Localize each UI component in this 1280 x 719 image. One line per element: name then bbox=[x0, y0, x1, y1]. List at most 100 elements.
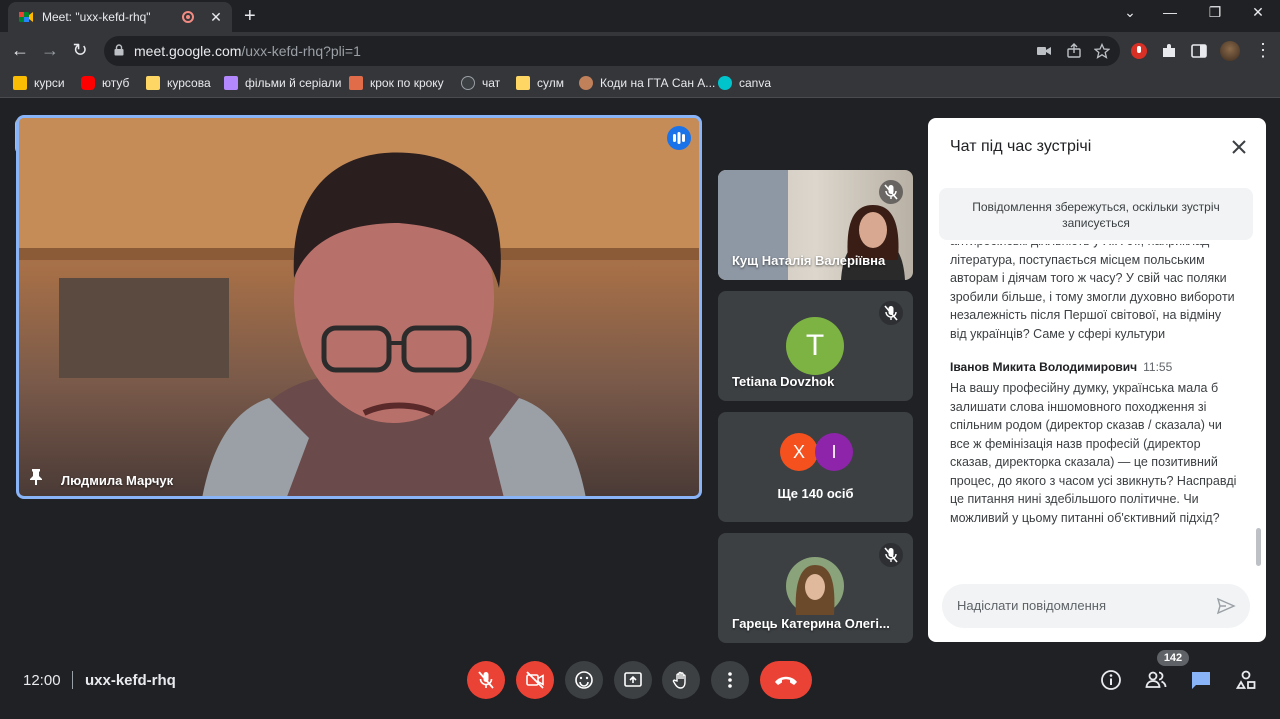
bookmark-item[interactable]: фільми й серіали bbox=[224, 76, 342, 90]
bookmark-label: ютуб bbox=[102, 76, 130, 90]
youtube-icon bbox=[81, 76, 95, 90]
participant-video bbox=[841, 205, 905, 280]
profile-avatar[interactable] bbox=[1220, 41, 1240, 61]
participant-tile[interactable]: Гарець Катерина Олегі... bbox=[718, 533, 913, 643]
minimize-icon[interactable]: — bbox=[1160, 4, 1180, 20]
bookmark-item[interactable]: чат bbox=[461, 76, 500, 90]
present-screen-button[interactable] bbox=[614, 661, 652, 699]
pin-icon[interactable] bbox=[29, 468, 43, 486]
avatar: T bbox=[786, 317, 844, 375]
more-participants-tile[interactable]: Х І Ще 140 осіб bbox=[718, 412, 913, 522]
browser-toolbar: ← → ↻ meet.google.com/uxx-kefd-rhq?pli=1… bbox=[0, 32, 1280, 70]
bookmark-item[interactable]: Коди на ГТА Сан А... bbox=[579, 76, 715, 90]
meeting-code: uxx-kefd-rhq bbox=[85, 672, 176, 689]
participant-tile[interactable]: T Tetiana Dovzhok bbox=[718, 291, 913, 401]
share-icon[interactable] bbox=[1066, 43, 1082, 59]
activities-icon[interactable] bbox=[1235, 669, 1257, 691]
emoji-icon bbox=[575, 671, 593, 689]
camera-off-icon bbox=[526, 671, 544, 689]
bookmarks-bar: курси ютуб курсова фільми й серіали крок… bbox=[0, 70, 1280, 98]
bookmark-item[interactable]: крок по кроку bbox=[349, 76, 444, 90]
participant-tile[interactable]: Кущ Наталія Валеріївна bbox=[718, 170, 913, 280]
divider bbox=[72, 671, 73, 689]
people-icon[interactable] bbox=[1145, 669, 1167, 691]
bookmark-label: фільми й серіали bbox=[245, 76, 342, 90]
url-path: /uxx-kefd-rhq?pli=1 bbox=[241, 43, 361, 59]
reactions-button[interactable] bbox=[565, 661, 603, 699]
more-participants-label: Ще 140 осіб bbox=[777, 486, 854, 501]
send-icon[interactable] bbox=[1216, 596, 1236, 616]
bookmark-item[interactable]: ютуб bbox=[81, 76, 129, 90]
back-icon[interactable]: ← bbox=[9, 40, 31, 61]
present-icon bbox=[624, 672, 642, 687]
muted-icon bbox=[879, 543, 903, 567]
chat-panel: Чат під час зустрічі Повідомлення збереж… bbox=[928, 118, 1266, 642]
tab-close-icon[interactable]: ✕ bbox=[208, 9, 224, 26]
camera-in-use-icon[interactable] bbox=[1036, 43, 1052, 59]
tab-title: Meet: "uxx-kefd-rhq" bbox=[42, 10, 151, 24]
chat-author: Іванов Микита Володимирович bbox=[950, 360, 1138, 374]
bookmark-label: курсова bbox=[167, 76, 211, 90]
browser-tab[interactable]: Meet: "uxx-kefd-rhq" ✕ bbox=[8, 2, 232, 32]
extensions-puzzle-icon[interactable] bbox=[1160, 42, 1178, 60]
avatar: І bbox=[815, 433, 853, 471]
recorder-extension-icon[interactable] bbox=[1130, 42, 1148, 60]
bookmark-item[interactable]: canva bbox=[718, 76, 771, 90]
camera-toggle-button[interactable] bbox=[516, 661, 554, 699]
avatar: Х bbox=[780, 433, 818, 471]
bookmark-item[interactable]: курси bbox=[13, 76, 65, 90]
new-tab-icon[interactable]: + bbox=[244, 5, 256, 28]
main-tile-name: Людмила Марчук bbox=[61, 473, 174, 488]
tab-search-icon[interactable]: ⌄ bbox=[1120, 4, 1140, 21]
bookmark-star-icon[interactable] bbox=[1094, 43, 1110, 59]
site-icon bbox=[349, 76, 363, 90]
folder-icon bbox=[146, 76, 160, 90]
meet-favicon-icon bbox=[19, 12, 33, 22]
canva-icon bbox=[718, 76, 732, 90]
chat-scrollbar[interactable] bbox=[1256, 528, 1261, 566]
chat-time: 11:55 bbox=[1143, 360, 1173, 374]
meeting-details-icon[interactable] bbox=[1100, 669, 1122, 691]
mic-off-icon bbox=[478, 671, 494, 689]
side-panel-icon[interactable] bbox=[1190, 42, 1208, 60]
bookmark-label: canva bbox=[739, 76, 772, 90]
participants-count-badge: 142 bbox=[1157, 650, 1189, 666]
participant-name: Tetiana Dovzhok bbox=[732, 374, 835, 389]
lock-icon bbox=[114, 44, 124, 56]
chat-icon[interactable] bbox=[1190, 669, 1212, 691]
recording-notice: Повідомлення збережуться, оскільки зустр… bbox=[939, 188, 1253, 240]
bookmark-item[interactable]: курсова bbox=[146, 76, 211, 90]
site-icon bbox=[579, 76, 593, 90]
url-host: meet.google.com bbox=[134, 43, 242, 59]
avatar bbox=[786, 557, 844, 615]
bookmark-item[interactable]: сулм bbox=[516, 76, 564, 90]
participant-name: Кущ Наталія Валеріївна bbox=[732, 253, 886, 268]
browser-menu-icon[interactable]: ⋮ bbox=[1252, 40, 1274, 61]
muted-icon bbox=[879, 301, 903, 325]
folder-icon bbox=[516, 76, 530, 90]
hand-icon bbox=[672, 671, 686, 689]
forward-icon[interactable]: → bbox=[39, 40, 61, 61]
main-video-tile[interactable]: Людмила Марчук bbox=[16, 115, 702, 499]
more-vert-icon bbox=[728, 672, 732, 688]
bookmark-label: курси bbox=[34, 76, 65, 90]
microphone-toggle-button[interactable] bbox=[467, 661, 505, 699]
bookmark-label: чат bbox=[482, 76, 501, 90]
speaker-video bbox=[202, 152, 586, 496]
chat-input[interactable]: Надіслати повідомлення bbox=[942, 584, 1250, 628]
bookmark-label: крок по кроку bbox=[370, 76, 444, 90]
raise-hand-button[interactable] bbox=[662, 661, 700, 699]
leave-call-button[interactable] bbox=[760, 661, 812, 699]
browser-tab-bar: Meet: "uxx-kefd-rhq" ✕ + ⌄ — ❐ ✕ bbox=[0, 0, 1280, 32]
chat-message-header: Іванов Микита Володимирович 11:55 bbox=[950, 359, 1240, 375]
address-bar[interactable]: meet.google.com/uxx-kefd-rhq?pli=1 bbox=[104, 36, 1120, 66]
close-icon[interactable] bbox=[1228, 136, 1250, 158]
more-options-button[interactable] bbox=[711, 661, 749, 699]
reload-icon[interactable]: ↻ bbox=[69, 40, 91, 61]
meeting-clock: 12:00 bbox=[23, 672, 61, 689]
chat-message-text: На вашу професійну думку, українська мал… bbox=[950, 381, 1237, 525]
restore-icon[interactable]: ❐ bbox=[1205, 4, 1225, 21]
window-close-icon[interactable]: ✕ bbox=[1248, 4, 1268, 21]
video-icon bbox=[224, 76, 238, 90]
participant-name: Гарець Катерина Олегі... bbox=[732, 616, 890, 631]
